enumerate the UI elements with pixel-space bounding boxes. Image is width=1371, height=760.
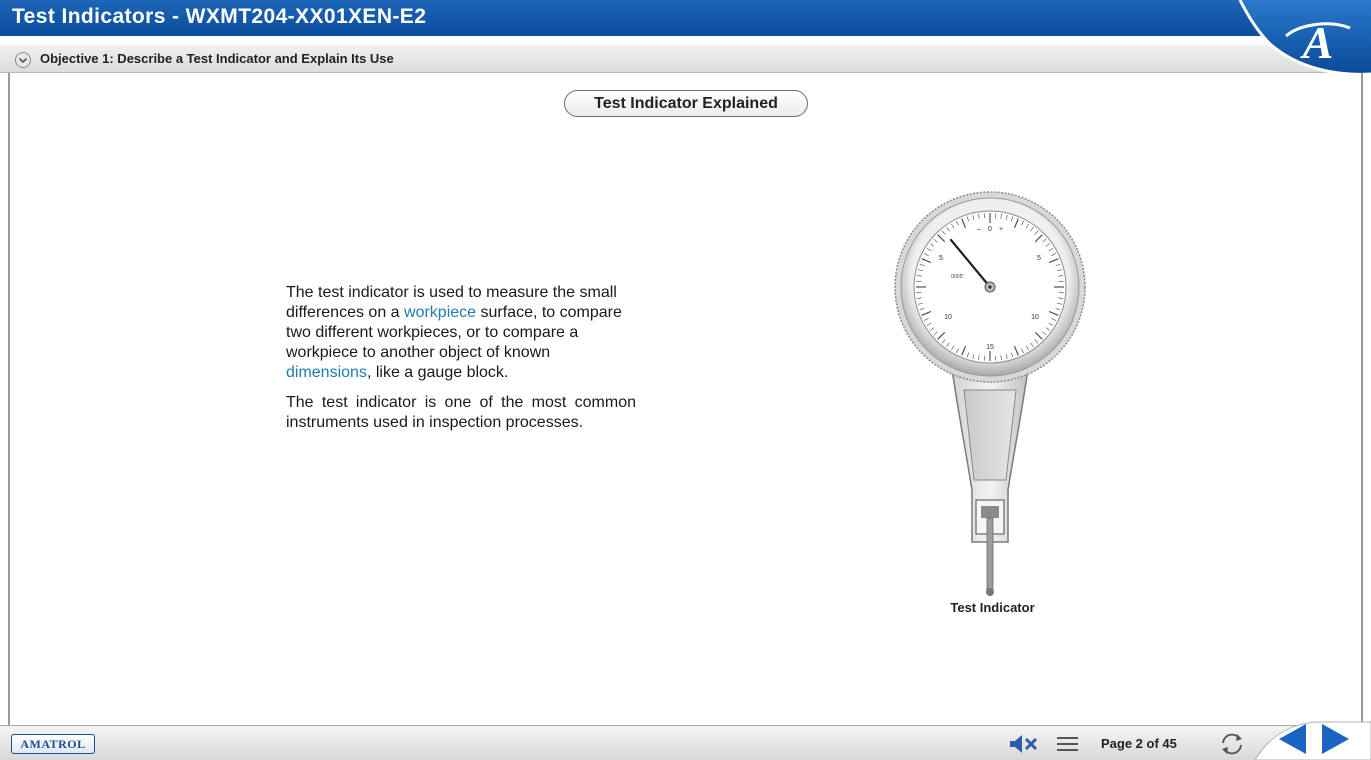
paragraph-1-text-c: , like a gauge block.: [366, 364, 509, 381]
dial-right10-label: 10: [1031, 314, 1039, 321]
dial-left10-label: 10: [944, 314, 952, 321]
amatrol-logo: AMATROL: [11, 734, 95, 754]
next-arrow-icon: [1322, 724, 1349, 754]
prev-page-button[interactable]: [1276, 722, 1310, 756]
window-title: Test Indicators - WXMT204-XX01XEN-E2: [12, 5, 427, 28]
page-indicator: Page 2 of 45: [1101, 736, 1177, 751]
navigation-panel: [1255, 721, 1371, 760]
next-page-button[interactable]: [1318, 722, 1352, 756]
body-text: The test indicator is used to measure th…: [286, 283, 636, 443]
menu-icon: [1057, 737, 1078, 751]
test-indicator-illustration: 0 – + 5 5 10 10 15 .0005": [894, 191, 1086, 596]
section-title: Test Indicator Explained: [564, 90, 808, 117]
objective-label: Objective 1: Describe a Test Indicator a…: [40, 51, 394, 66]
dial-bottom15-label: 15: [986, 344, 994, 351]
dial-minus-label: –: [977, 226, 981, 233]
dial-left5-label: 5: [939, 255, 943, 262]
mute-button[interactable]: [1008, 732, 1044, 756]
prev-arrow-icon: [1279, 724, 1306, 754]
figure-caption: Test Indicator: [950, 600, 1035, 615]
content-frame: [8, 73, 1363, 725]
objective-toggle-button[interactable]: [15, 52, 31, 68]
dial-zero-label: 0: [988, 226, 992, 233]
menu-button[interactable]: [1055, 732, 1083, 756]
mute-icon: [1010, 735, 1038, 753]
paragraph-2: The test indicator is one of the most co…: [286, 394, 636, 431]
workpiece-link[interactable]: workpiece: [404, 304, 476, 321]
dial-plus-label: +: [999, 226, 1003, 233]
chevron-down-icon: [18, 57, 28, 64]
refresh-icon: [1222, 733, 1242, 755]
refresh-button[interactable]: [1218, 731, 1246, 757]
amatrol-logo-badge: A: [1200, 0, 1371, 80]
paragraph-1: The test indicator is used to measure th…: [286, 283, 636, 383]
dimensions-link[interactable]: dimensions: [286, 364, 367, 381]
dial-right5-label: 5: [1037, 255, 1041, 262]
bottom-bar: AMATROL Page 2 of 45: [0, 725, 1371, 760]
dial-resolution-label: .0005": [950, 274, 965, 280]
title-bar: Test Indicators - WXMT204-XX01XEN-E2: [0, 0, 1371, 36]
objective-bar: Objective 1: Describe a Test Indicator a…: [0, 45, 1371, 73]
course-window: Test Indicators - WXMT204-XX01XEN-E2 Obj…: [0, 0, 1371, 760]
